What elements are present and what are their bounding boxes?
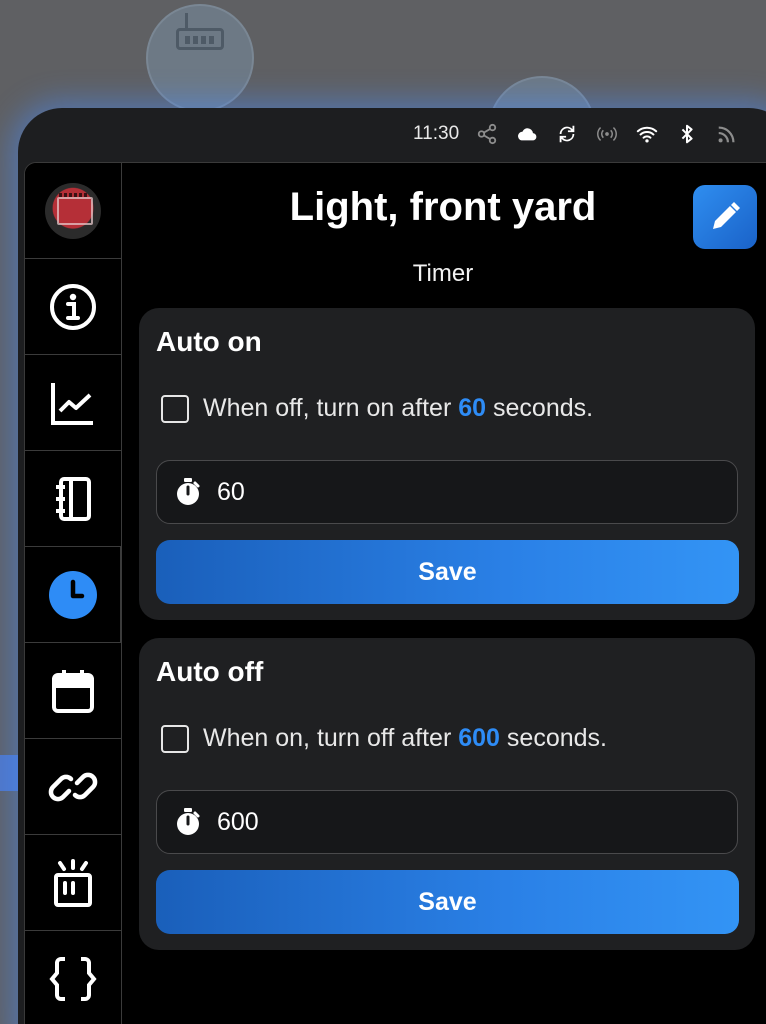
chart-icon [51,382,93,425]
status-time: 11:30 [413,123,460,144]
sidebar-item-notebook[interactable] [25,451,121,547]
sidebar-item-chart[interactable] [25,355,121,451]
notification-icon [54,858,92,907]
braces-icon [49,957,97,1001]
auto-off-row: When on, turn off after 600 seconds. [161,724,607,753]
device-screen: Light, front yard Timer Auto on When off… [24,162,766,1024]
auto-on-checkbox[interactable] [161,394,189,423]
auto-on-label: When off, turn on after 60 seconds. [203,394,593,423]
auto-off-panel: Auto off When on, turn off after 600 sec… [139,638,755,950]
sync-icon [555,122,579,146]
auto-off-seconds: 600 [458,724,500,752]
auto-off-seconds-input[interactable] [217,807,697,837]
device-thumbnail [45,182,101,239]
auto-on-seconds-input[interactable] [217,477,697,507]
wifi-icon [635,122,659,146]
auto-on-text-before: When off, turn on after [203,394,452,422]
rss-icon [715,122,739,146]
notebook-icon [56,476,91,521]
background-router-circle [146,4,254,112]
sidebar-item-notification[interactable] [25,835,121,931]
sidebar [25,163,122,1024]
auto-off-save-button[interactable]: Save [156,870,739,934]
link-icon [48,772,98,801]
status-bar: 11:30 [18,108,766,160]
auto-on-save-button[interactable]: Save [156,540,739,604]
sidebar-item-timer[interactable] [25,547,121,643]
calendar-icon [52,669,94,713]
sidebar-item-link[interactable] [25,739,121,835]
sidebar-item-device[interactable] [25,163,121,259]
auto-off-label: When on, turn off after 600 seconds. [203,724,607,753]
bluetooth-icon [675,122,699,146]
sidebar-item-code[interactable] [25,931,121,1024]
edit-button[interactable] [693,185,757,249]
page-subtitle: Timer [412,260,474,287]
sidebar-item-calendar[interactable] [25,643,121,739]
sidebar-item-info[interactable] [25,259,121,355]
device-card: 11:30 Light, front yard Timer Auto on Wh… [18,108,766,1024]
clock-icon [48,570,97,619]
auto-off-text-after: seconds. [506,724,607,752]
auto-on-title: Auto on [156,326,262,357]
broadcast-icon [595,122,619,146]
main-content: Light, front yard Timer Auto on When off… [122,163,766,1024]
info-icon [50,283,96,330]
auto-on-seconds: 60 [458,394,487,422]
auto-off-checkbox[interactable] [161,724,189,753]
share-icon [475,122,499,146]
router-icon [176,13,224,50]
auto-off-input-box [156,790,738,854]
stopwatch-icon [177,478,200,505]
auto-off-text-before: When on, turn off after [203,724,452,752]
auto-on-panel: Auto on When off, turn on after 60 secon… [139,308,755,620]
stopwatch-icon [177,808,200,835]
auto-on-input-box [156,460,738,524]
cloud-icon [515,122,539,146]
page-title: Light, front yard [289,185,597,229]
auto-on-text-after: seconds. [493,394,594,422]
auto-on-row: When off, turn on after 60 seconds. [161,394,593,423]
pencil-icon [713,202,740,229]
auto-off-title: Auto off [156,656,264,687]
